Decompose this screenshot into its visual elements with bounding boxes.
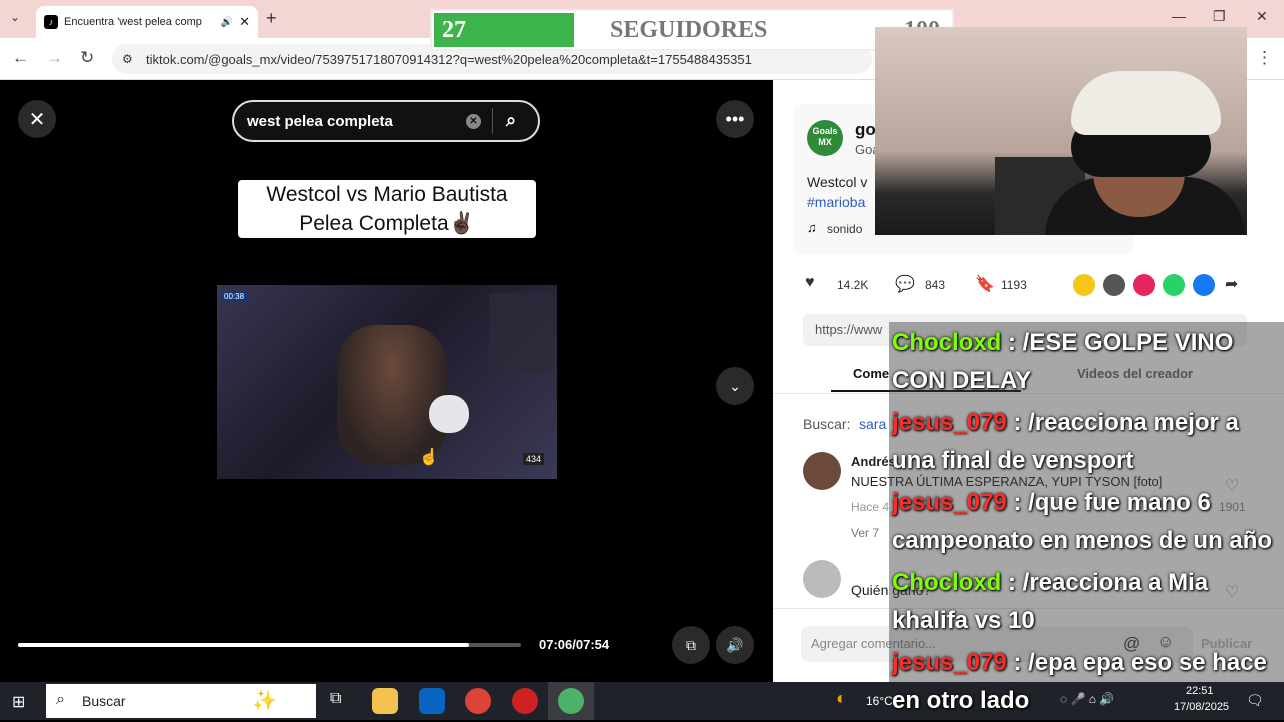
clip-timer-badge: 00:38: [221, 291, 248, 302]
chrome-icon[interactable]: [465, 688, 491, 714]
next-video-button[interactable]: ⌄: [716, 367, 754, 405]
new-tab-button[interactable]: +: [266, 8, 277, 29]
forward-arrow-icon[interactable]: →: [46, 48, 63, 68]
file-explorer-icon[interactable]: [372, 688, 398, 714]
repost-icon[interactable]: [1073, 274, 1095, 296]
chat-user: Chocloxd: [892, 569, 1002, 596]
music-note-icon: ♫: [807, 220, 817, 235]
clear-search-icon[interactable]: ✕: [466, 114, 481, 129]
comment-bubble-icon[interactable]: 💬: [895, 274, 915, 294]
bookmark-icon[interactable]: 🔖: [975, 274, 995, 294]
chat-user: jesus_079: [892, 649, 1007, 676]
post-hashtag[interactable]: #marioba: [807, 194, 865, 210]
url-text: tiktok.com/@goals_mx/video/7539751718070…: [146, 51, 752, 67]
divider: [492, 108, 493, 134]
view-replies-link[interactable]: Ver 7: [851, 526, 879, 540]
chat-message: jesus_079 : /que fue mano 6 campeonato e…: [889, 482, 1284, 562]
taskbar-search-label: Buscar: [82, 693, 126, 709]
caption-line-1: Westcol vs Mario Bautista: [266, 183, 508, 206]
more-options-button[interactable]: •••: [716, 100, 754, 138]
video-progress-fill: [18, 643, 470, 647]
video-player[interactable]: ✕ west pelea completa ✕ ⌕ ••• Westcol vs…: [0, 80, 773, 682]
stream-chat-overlay: Chocloxd : /ESE GOLPE VINO CON DELAY jes…: [889, 322, 1284, 714]
taskbar-search[interactable]: ⌕ Buscar ✨: [46, 684, 316, 718]
tiktok-favicon-icon: ♪: [44, 15, 58, 29]
comment-avatar[interactable]: [803, 560, 841, 598]
floating-player-button[interactable]: ⧉: [672, 626, 710, 664]
follower-count: 27: [442, 17, 466, 43]
site-info-icon[interactable]: ⚙: [122, 52, 133, 66]
facebook-icon[interactable]: [1193, 274, 1215, 296]
search-label: Buscar:: [803, 416, 851, 432]
search-term-link[interactable]: sara: [859, 416, 886, 432]
fight-clip-frame: 00:38 434 ☝: [217, 285, 557, 479]
active-app-indicator: [548, 682, 594, 720]
windows-start-icon[interactable]: ⊞: [12, 692, 25, 712]
save-count: 1193: [1001, 278, 1027, 292]
send-icon[interactable]: [1133, 274, 1155, 296]
chat-user: jesus_079: [892, 409, 1007, 436]
close-video-button[interactable]: ✕: [18, 100, 56, 138]
browser-tab[interactable]: ♪ Encuentra 'west pelea comp 🔊 ✕: [36, 6, 258, 38]
cursor-icon: ☝: [419, 449, 439, 466]
video-caption: Westcol vs Mario Bautista Pelea Completa…: [238, 180, 536, 238]
outlook-icon[interactable]: [419, 688, 445, 714]
chat-message: Chocloxd : /reacciona a Mia khalifa vs 1…: [889, 562, 1284, 642]
whatsapp-icon[interactable]: [1163, 274, 1185, 296]
tab-title: Encuentra 'west pelea comp: [64, 16, 202, 28]
share-arrow-icon[interactable]: ➦: [1225, 274, 1238, 294]
sparkle-icon: ✨: [252, 690, 277, 712]
embed-icon[interactable]: [1103, 274, 1125, 296]
chat-message: Chocloxd : /ESE GOLPE VINO CON DELAY: [889, 322, 1284, 402]
author-name[interactable]: go: [855, 120, 876, 140]
comment-avatar[interactable]: [803, 452, 841, 490]
search-query: west pelea completa: [247, 112, 393, 130]
boxing-glove: [429, 395, 469, 433]
back-arrow-icon[interactable]: ←: [12, 48, 29, 68]
volume-button[interactable]: 🔊: [716, 626, 754, 664]
superhuman-logo: [489, 293, 553, 373]
chat-message: jesus_079 : /epa epa eso se hace en otro…: [889, 642, 1284, 722]
white-cap: [1071, 71, 1221, 135]
follower-label: SEGUIDORES: [610, 17, 768, 43]
browser-menu-icon[interactable]: ⋮: [1256, 48, 1273, 68]
speaker-icon: 🔊: [220, 16, 234, 28]
post-description: Westcol v: [807, 174, 868, 190]
like-heart-icon[interactable]: ♥: [805, 274, 815, 292]
clip-viewers: 434: [523, 453, 545, 465]
tab-list-icon[interactable]: ⌄: [10, 10, 20, 24]
taskbar-search-icon: ⌕: [56, 691, 65, 708]
video-search-box[interactable]: west pelea completa ✕ ⌕: [232, 100, 540, 142]
tab-close-icon[interactable]: ✕: [239, 14, 250, 30]
author-avatar[interactable]: Goals MX: [807, 120, 843, 156]
chat-user: jesus_079: [892, 489, 1007, 516]
video-progress-bar[interactable]: [18, 643, 521, 647]
caption-line-2: Pelea Completa✌🏿: [299, 212, 475, 235]
comment-meta: Hace 4: [851, 500, 890, 514]
chat-message: jesus_079 : /reacciona mejor a una final…: [889, 402, 1284, 482]
like-count: 14.2K: [837, 278, 869, 292]
task-view-icon[interactable]: ⧉: [330, 690, 341, 708]
post-actions: ♥ 14.2K 💬 843 🔖 1193 ➦: [803, 274, 1273, 298]
app-icon[interactable]: [512, 688, 538, 714]
minimize-button[interactable]: —: [1172, 8, 1186, 24]
weather-icon[interactable]: ◐: [836, 688, 847, 709]
webcam-overlay: [875, 27, 1247, 235]
search-icon[interactable]: ⌕: [506, 110, 516, 131]
reload-icon[interactable]: ↻: [80, 48, 94, 68]
restore-button[interactable]: ❐: [1213, 8, 1226, 25]
video-time: 07:06/07:54: [539, 637, 610, 652]
boxer-figure: [337, 325, 447, 465]
post-sound[interactable]: sonido: [827, 222, 862, 236]
window-close-button[interactable]: ✕: [1256, 8, 1268, 25]
comment-count: 843: [925, 278, 946, 292]
chat-user: Chocloxd: [892, 329, 1002, 356]
tab-comments[interactable]: Come: [853, 366, 889, 381]
